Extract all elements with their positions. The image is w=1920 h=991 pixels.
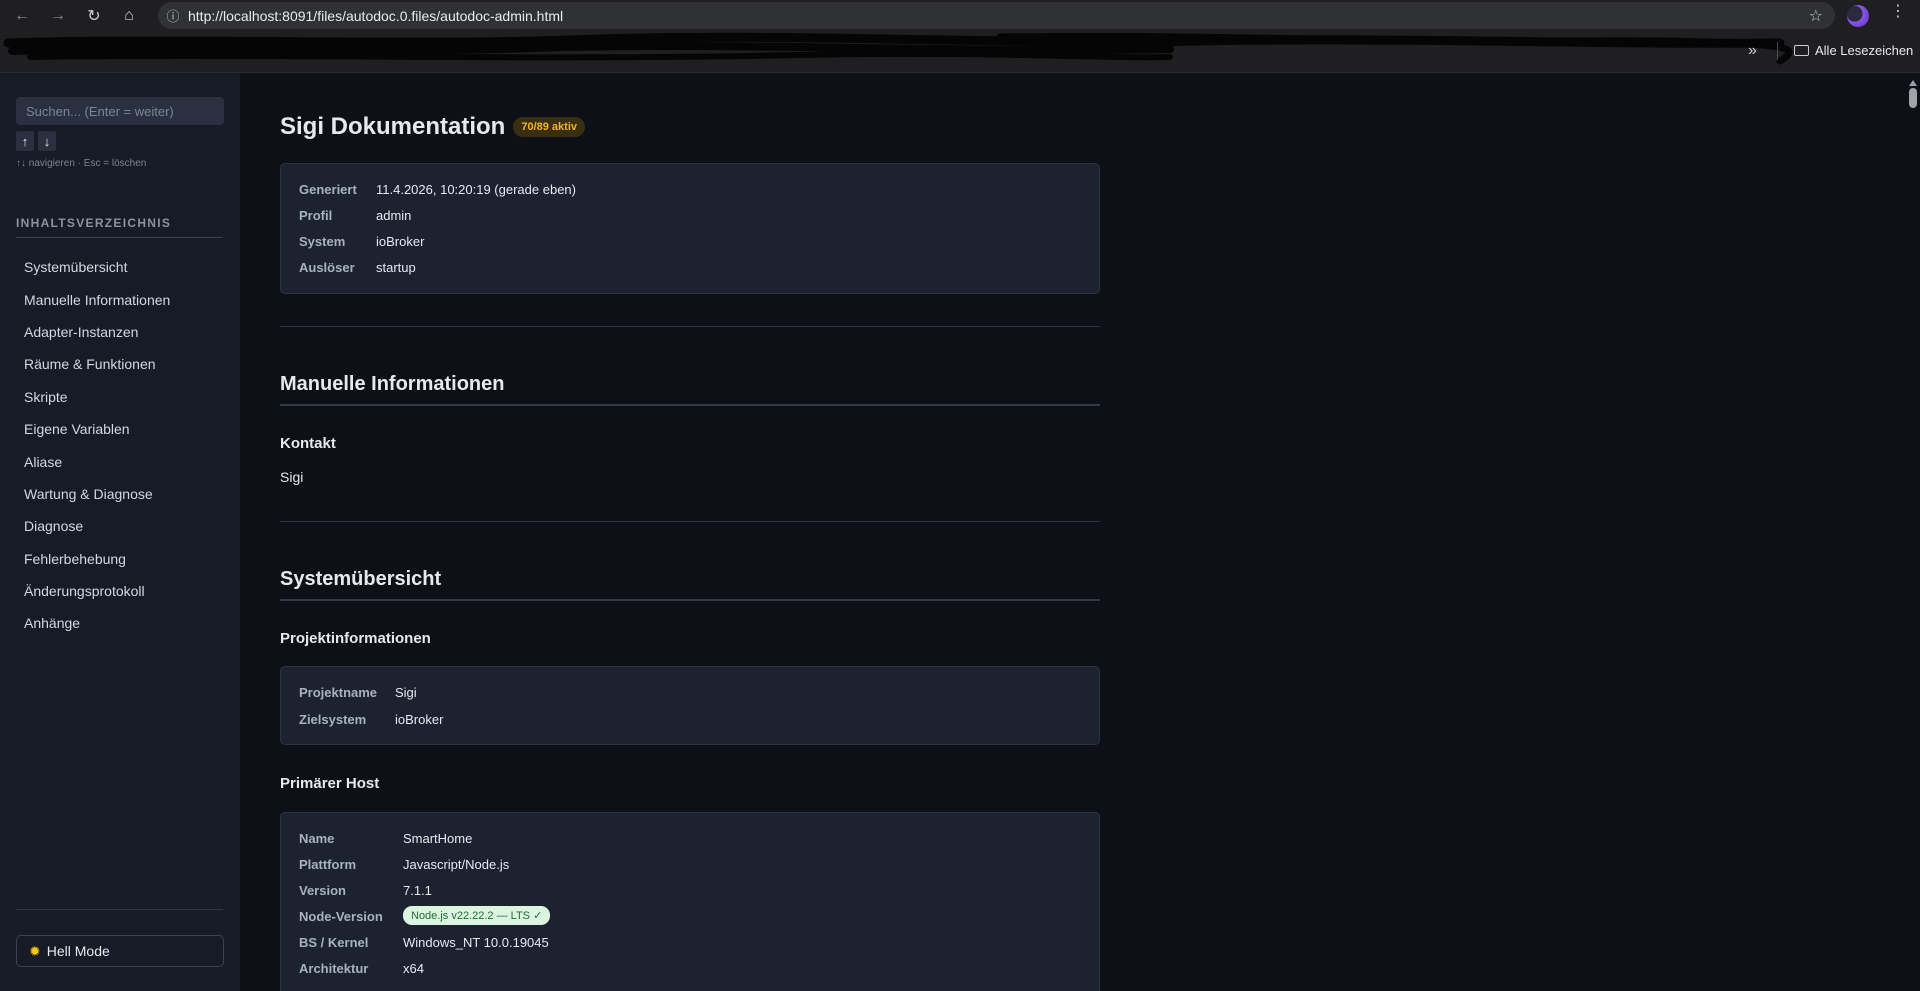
page-header: Sigi Dokumentation 70/89 aktiv bbox=[280, 113, 585, 141]
toc-item-skripte[interactable]: Skripte bbox=[16, 381, 224, 413]
host-key: BS / Kernel bbox=[299, 935, 369, 950]
active-count-badge: 70/89 aktiv bbox=[513, 117, 585, 137]
toc-item-eigene-variablen[interactable]: Eigene Variablen bbox=[16, 413, 224, 445]
contact-value: Sigi bbox=[280, 469, 304, 485]
host-value: Windows_NT 10.0.19045 bbox=[403, 935, 549, 950]
project-card: Projektname Sigi Zielsystem ioBroker bbox=[280, 666, 1100, 745]
toc-item-aliase[interactable]: Aliase bbox=[16, 445, 224, 477]
project-key: Zielsystem bbox=[299, 712, 367, 727]
page-scrollbar[interactable] bbox=[1905, 73, 1920, 991]
project-key: Projektname bbox=[299, 685, 378, 700]
section-underline bbox=[280, 404, 1100, 406]
toc-item-adapter-instanzen[interactable]: Adapter-Instanzen bbox=[16, 316, 224, 348]
search-prev-button[interactable]: ↑ bbox=[16, 131, 34, 151]
bookmark-star-icon[interactable]: ☆ bbox=[1809, 6, 1823, 26]
host-value: Javascript/Node.js bbox=[403, 857, 510, 872]
theme-toggle-button[interactable]: ✹ Hell Mode bbox=[16, 935, 224, 967]
host-key: Name bbox=[299, 831, 335, 846]
home-icon[interactable]: ⌂ bbox=[113, 0, 145, 31]
subsection-title-projektinformationen: Projektinformationen bbox=[280, 630, 431, 647]
sidebar: ↑ ↓ ↑↓ navigieren · Esc = löschen INHALT… bbox=[0, 73, 240, 991]
section-title-manuelle-informationen: Manuelle Informationen bbox=[280, 373, 505, 395]
section-title-systemuebersicht: Systemübersicht bbox=[280, 568, 442, 590]
toc-divider bbox=[16, 237, 223, 238]
toc-item-aenderungsprotokoll[interactable]: Änderungsprotokoll bbox=[16, 575, 224, 607]
meta-value: startup bbox=[376, 260, 416, 275]
folder-icon bbox=[1794, 45, 1809, 56]
site-info-icon[interactable]: ⓘ bbox=[158, 6, 188, 25]
project-value: Sigi bbox=[395, 685, 417, 700]
host-key: Version bbox=[299, 883, 346, 898]
host-value: x64 bbox=[403, 961, 424, 976]
bookmarks-bar: » Alle Lesezeichen bbox=[0, 31, 1920, 73]
host-value: SmartHome bbox=[403, 831, 473, 846]
page-title: Sigi Dokumentation bbox=[280, 113, 506, 140]
section-underline bbox=[280, 599, 1100, 601]
host-key: Node-Version bbox=[299, 909, 383, 924]
toc-item-systemuebersicht[interactable]: Systemübersicht bbox=[16, 251, 224, 283]
scroll-up-arrow-icon[interactable] bbox=[1909, 80, 1917, 86]
meta-value: admin bbox=[376, 208, 412, 223]
browser-toolbar: ← → ↻ ⌂ ⓘ http://localhost:8091/files/au… bbox=[0, 0, 1920, 31]
toc-item-manuelle-informationen[interactable]: Manuelle Informationen bbox=[16, 283, 224, 315]
toc-item-wartung-diagnose[interactable]: Wartung & Diagnose bbox=[16, 478, 224, 510]
node-version-badge: Node.js v22.22.2 — LTS ✓ bbox=[403, 906, 551, 925]
meta-key: System bbox=[299, 234, 346, 249]
scroll-thumb[interactable] bbox=[1909, 88, 1917, 108]
search-input[interactable] bbox=[16, 97, 224, 125]
host-value: 7.1.1 bbox=[403, 883, 432, 898]
meta-value: 11.4.2026, 10:20:19 (gerade eben) bbox=[376, 182, 576, 197]
meta-card: Generiert 11.4.2026, 10:20:19 (gerade eb… bbox=[280, 163, 1100, 294]
toc-item-raeume-funktionen[interactable]: Räume & Funktionen bbox=[16, 348, 224, 380]
search-hint: ↑↓ navigieren · Esc = löschen bbox=[16, 158, 147, 169]
host-card: Name SmartHome Plattform Javascript/Node… bbox=[280, 812, 1100, 991]
redaction-scribble bbox=[3, 32, 1793, 65]
subsection-title-kontakt: Kontakt bbox=[280, 435, 336, 452]
section-divider bbox=[280, 326, 1100, 327]
theme-toggle-label: Hell Mode bbox=[46, 943, 110, 959]
search-next-button[interactable]: ↓ bbox=[38, 131, 56, 151]
meta-value: ioBroker bbox=[376, 234, 425, 249]
main-content: Sigi Dokumentation 70/89 aktiv Generiert… bbox=[240, 73, 1905, 991]
bookmarks-separator bbox=[1777, 42, 1778, 60]
meta-key: Auslöser bbox=[299, 260, 355, 275]
address-bar[interactable]: ⓘ http://localhost:8091/files/autodoc.0.… bbox=[158, 2, 1835, 29]
back-icon[interactable]: ← bbox=[6, 0, 38, 31]
search-navigation: ↑ ↓ bbox=[16, 131, 56, 151]
all-bookmarks-folder[interactable]: Alle Lesezeichen bbox=[1794, 43, 1913, 58]
meta-key: Generiert bbox=[299, 182, 357, 197]
url-text[interactable]: http://localhost:8091/files/autodoc.0.fi… bbox=[188, 8, 563, 24]
toc-item-fehlerbehebung[interactable]: Fehlerbehebung bbox=[16, 543, 224, 575]
profile-avatar[interactable] bbox=[1847, 5, 1869, 27]
all-bookmarks-label: Alle Lesezeichen bbox=[1815, 43, 1914, 58]
host-key: Architektur bbox=[299, 961, 369, 976]
toc-list: Systemübersicht Manuelle Informationen A… bbox=[16, 251, 224, 640]
host-key: Plattform bbox=[299, 857, 357, 872]
toc-item-diagnose[interactable]: Diagnose bbox=[16, 510, 224, 542]
sidebar-divider bbox=[16, 909, 223, 910]
browser-menu-icon[interactable]: ⋮ bbox=[1890, 4, 1906, 20]
toc-item-anhaenge[interactable]: Anhänge bbox=[16, 607, 224, 639]
meta-key: Profil bbox=[299, 208, 333, 223]
section-divider bbox=[280, 521, 1100, 522]
reload-icon[interactable]: ↻ bbox=[78, 0, 110, 31]
project-value: ioBroker bbox=[395, 712, 444, 727]
toc-title: INHALTSVERZEICHNIS bbox=[16, 216, 172, 230]
bookmarks-overflow-icon[interactable]: » bbox=[1748, 42, 1757, 60]
subsection-title-primaerer-host: Primärer Host bbox=[280, 775, 380, 792]
sun-icon: ✹ bbox=[29, 942, 41, 959]
forward-icon[interactable]: → bbox=[42, 0, 74, 31]
